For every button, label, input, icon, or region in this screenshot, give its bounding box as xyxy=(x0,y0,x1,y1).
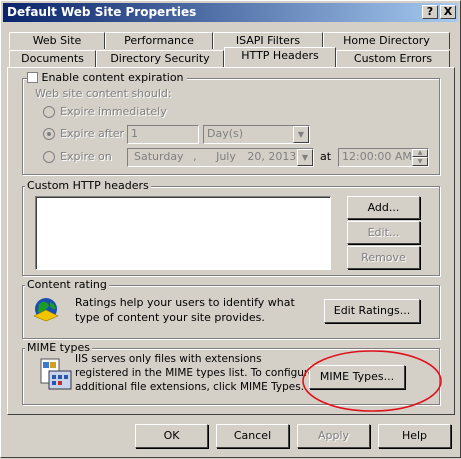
tab-performance[interactable]: Performance xyxy=(105,32,213,49)
remove-header-button[interactable]: Remove xyxy=(347,246,420,269)
enable-expiration-label: Enable content expiration xyxy=(41,71,184,84)
custom-headers-group: Custom HTTP headers Add... Edit... Remov… xyxy=(22,179,440,276)
expire-after-unit-select[interactable]: Day(s) ▼ xyxy=(203,125,310,144)
window-title: Default Web Site Properties xyxy=(7,5,197,19)
edit-ratings-button[interactable]: Edit Ratings... xyxy=(324,299,420,323)
expire-date-picker[interactable]: Saturday , July 20, 2013 ▼ xyxy=(127,148,314,167)
help-label: Help xyxy=(401,429,428,442)
content-rating-label: Content rating xyxy=(25,278,109,291)
expire-after-unit-value: Day(s) xyxy=(207,127,244,140)
tab-directory-security[interactable]: Directory Security xyxy=(96,50,224,67)
title-bar[interactable]: Default Web Site Properties ? X xyxy=(3,3,458,22)
tab-web-site[interactable]: Web Site xyxy=(9,32,105,49)
cancel-button[interactable]: Cancel xyxy=(216,424,289,448)
content-rating-group: Content rating Ratings help your users t… xyxy=(22,278,440,339)
tab-http-headers[interactable]: HTTP Headers xyxy=(224,47,336,67)
apply-button[interactable]: Apply xyxy=(297,424,370,448)
date-year: 2013 xyxy=(268,150,297,163)
expire-time-value: 12:00:00 AM xyxy=(342,150,412,163)
help-title-button[interactable]: ? xyxy=(422,5,438,19)
content-rating-description: Ratings help your users to identify what… xyxy=(75,296,295,324)
date-daynum: 20, xyxy=(247,150,265,163)
globe-icon xyxy=(33,298,59,322)
edit-ratings-label: Edit Ratings... xyxy=(333,304,411,317)
tab-custom-errors[interactable]: Custom Errors xyxy=(336,50,450,67)
expire-after-radio[interactable] xyxy=(43,128,55,140)
remove-header-label: Remove xyxy=(361,251,406,264)
date-separator: , xyxy=(193,150,197,163)
chevron-down-icon[interactable]: ▼ xyxy=(293,126,309,143)
edit-header-button[interactable]: Edit... xyxy=(347,221,420,244)
expiration-checkbox-row[interactable]: Enable content expiration xyxy=(27,71,187,84)
at-label: at xyxy=(320,150,332,163)
mime-types-description: IIS serves only files with extensions re… xyxy=(75,353,315,393)
add-header-button[interactable]: Add... xyxy=(347,196,420,219)
expire-on-radio[interactable] xyxy=(43,151,55,163)
cancel-label: Cancel xyxy=(233,429,272,442)
spin-down-icon[interactable]: ▼ xyxy=(412,157,428,166)
ok-label: OK xyxy=(163,429,180,442)
enable-expiration-checkbox[interactable] xyxy=(27,72,38,83)
edit-header-label: Edit... xyxy=(367,226,400,239)
expire-immediately-radio[interactable] xyxy=(43,106,55,118)
mime-document-icon xyxy=(40,358,72,390)
content-expiration-group: Enable content expiration Web site conte… xyxy=(22,71,440,175)
mime-types-button-label: MIME Types... xyxy=(319,370,395,383)
http-headers-panel: Enable content expiration Web site conte… xyxy=(7,67,455,415)
add-header-label: Add... xyxy=(367,201,400,214)
tab-documents[interactable]: Documents xyxy=(9,50,96,67)
time-spinner[interactable]: ▲ ▼ xyxy=(412,149,428,166)
properties-dialog: Default Web Site Properties ? X Web Site… xyxy=(0,0,461,458)
tab-home-directory[interactable]: Home Directory xyxy=(323,32,450,49)
custom-headers-list[interactable] xyxy=(35,196,331,270)
custom-headers-label: Custom HTTP headers xyxy=(25,179,151,192)
expire-after-label: Expire after xyxy=(60,127,125,140)
expiration-subtitle: Web site content should: xyxy=(35,87,172,100)
apply-label: Apply xyxy=(317,429,350,442)
ok-button[interactable]: OK xyxy=(135,424,208,448)
help-button[interactable]: Help xyxy=(378,424,451,448)
close-title-button[interactable]: X xyxy=(440,5,456,19)
chevron-down-icon[interactable]: ▼ xyxy=(297,149,313,166)
expire-after-value[interactable]: 1 xyxy=(127,125,199,144)
date-day: Saturday xyxy=(134,150,184,163)
expire-on-label: Expire on xyxy=(60,150,112,163)
mime-types-group: MIME types IIS serves only files with ex… xyxy=(22,341,440,405)
expire-immediately-label: Expire immediately xyxy=(60,105,167,118)
date-month: July xyxy=(216,150,236,163)
mime-types-button[interactable]: MIME Types... xyxy=(309,365,405,389)
expire-time-field[interactable]: 12:00:00 AM ▲ ▼ xyxy=(338,148,429,167)
spin-up-icon[interactable]: ▲ xyxy=(412,149,428,157)
